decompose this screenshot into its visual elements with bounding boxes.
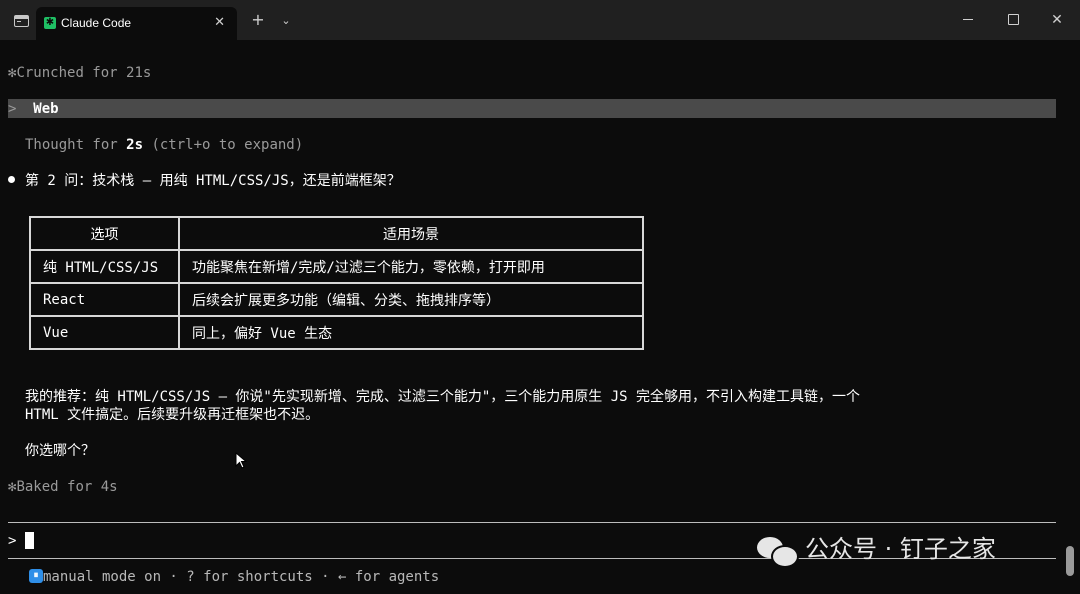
prompt-input[interactable] bbox=[25, 532, 34, 549]
options-table: 选项 适用场景 纯 HTML/CSS/JS 功能聚焦在新增/完成/过滤三个能力，… bbox=[29, 216, 644, 350]
status-crunched-text: Crunched for 21s bbox=[16, 65, 152, 81]
watermark: 公众号 · 钉子之家 bbox=[757, 533, 996, 568]
thought-line[interactable]: Thought for 2s (ctrl+o to expand) bbox=[25, 136, 303, 154]
terminal-app-icon[interactable] bbox=[14, 15, 29, 27]
question-line: 第 2 问：技术栈 — 用纯 HTML/CSS/JS，还是前端框架？ bbox=[25, 173, 401, 189]
prompt-symbol: > bbox=[8, 533, 17, 549]
claude-spark-icon: ✱ bbox=[44, 17, 56, 29]
table-header: 选项 bbox=[29, 216, 180, 251]
watermark-text: 公众号 · 钉子之家 bbox=[805, 535, 996, 563]
selected-line-text: Web bbox=[33, 101, 59, 117]
table-header: 适用场景 bbox=[178, 216, 644, 251]
selected-prefix: > bbox=[8, 101, 17, 117]
wechat-logo-icon bbox=[757, 535, 799, 568]
table-header-row: 选项 适用场景 bbox=[29, 216, 644, 251]
recommendation-line-1: 我的推荐：纯 HTML/CSS/JS — 你说"先实现新增、完成、过滤三个能力"… bbox=[25, 389, 861, 405]
status-line: manual mode on · ? for shortcuts · ← for… bbox=[43, 569, 440, 585]
ask-line: 你选哪个？ bbox=[25, 443, 95, 459]
table-cell: React bbox=[29, 282, 180, 317]
status-crunched: ✻Crunched for 21s bbox=[8, 64, 151, 82]
scrollbar-thumb[interactable] bbox=[1066, 546, 1074, 576]
close-window-button[interactable]: ✕ bbox=[1048, 10, 1066, 30]
tab-title: Claude Code bbox=[61, 16, 132, 30]
status-baked-text: Baked for 4s bbox=[16, 479, 118, 495]
table-cell: 后续会扩展更多功能（编辑、分类、拖拽排序等） bbox=[178, 282, 644, 317]
selected-line[interactable]: > Web bbox=[8, 100, 59, 118]
table-cell: Vue bbox=[29, 315, 180, 350]
thought-post: (ctrl+o to expand) bbox=[143, 137, 304, 153]
status-baked: ✻Baked for 4s bbox=[8, 478, 118, 496]
table-cell: 纯 HTML/CSS/JS bbox=[29, 249, 180, 284]
table-cell: 功能聚焦在新增/完成/过滤三个能力，零依赖，打开即用 bbox=[178, 249, 644, 284]
title-bar: ✱ Claude Code ✕ + ⌄ ✕ bbox=[0, 0, 1080, 40]
recommendation-line-2: HTML 文件搞定。后续要升级再迁框架也不迟。 bbox=[25, 407, 320, 423]
table-row: Vue 同上，偏好 Vue 生态 bbox=[29, 315, 644, 350]
mouse-pointer-icon bbox=[235, 452, 247, 469]
thought-duration: 2s bbox=[126, 137, 144, 153]
selected-line-highlight bbox=[8, 99, 1056, 118]
chevron-down-icon[interactable]: ⌄ bbox=[277, 11, 295, 31]
new-tab-button[interactable]: + bbox=[248, 10, 268, 30]
table-cell: 同上，偏好 Vue 生态 bbox=[178, 315, 644, 350]
thought-pre: Thought for bbox=[25, 137, 127, 153]
table-row: React 后续会扩展更多功能（编辑、分类、拖拽排序等） bbox=[29, 282, 644, 317]
pause-icon: ⏸ bbox=[29, 569, 43, 583]
tab-claude-code[interactable]: ✱ Claude Code ✕ bbox=[36, 7, 237, 40]
bullet-icon bbox=[8, 176, 15, 183]
table-row: 纯 HTML/CSS/JS 功能聚焦在新增/完成/过滤三个能力，零依赖，打开即用 bbox=[29, 249, 644, 284]
input-divider-top bbox=[8, 522, 1056, 523]
tab-close-icon[interactable]: ✕ bbox=[214, 14, 225, 31]
